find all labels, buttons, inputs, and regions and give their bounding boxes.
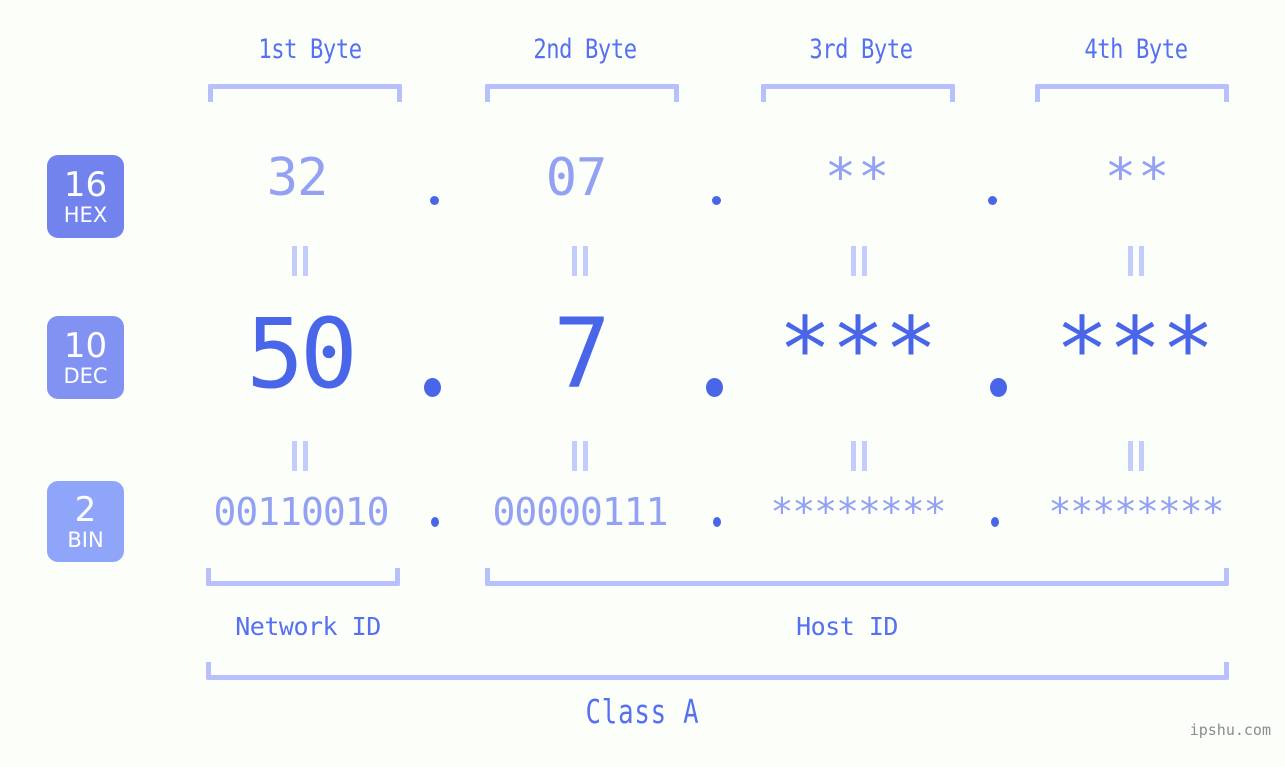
hex-byte-4: ** (1104, 148, 1172, 208)
radix-badge-hex-name: HEX (63, 202, 108, 227)
equals-mark-dec-bin-1 (289, 441, 311, 471)
dec-separator-dot-2 (706, 378, 723, 397)
hex-byte-1: 32 (266, 148, 329, 208)
radix-badge-bin[interactable]: 2 BIN (47, 481, 124, 562)
bin-separator-dot-1 (431, 517, 439, 527)
byte-header-1: 1st Byte (258, 34, 362, 65)
byte-bracket-top-3 (761, 84, 955, 102)
byte-header-4: 4th Byte (1084, 34, 1188, 65)
equals-mark-dec-bin-2 (569, 441, 591, 471)
bin-separator-dot-2 (713, 517, 721, 527)
bin-byte-1: 00110010 (213, 490, 389, 534)
bin-byte-4: ******** (1048, 490, 1224, 534)
dec-separator-dot-1 (424, 378, 441, 397)
dec-byte-2: 7 (553, 298, 611, 410)
byte-bracket-top-1 (208, 84, 402, 102)
equals-mark-dec-bin-3 (848, 441, 870, 471)
byte-bracket-top-2 (485, 84, 679, 102)
equals-mark-hex-dec-4 (1125, 246, 1147, 276)
hex-byte-3: ** (824, 148, 892, 208)
hex-separator-dot-2 (712, 196, 721, 205)
network-id-label: Network ID (235, 612, 381, 641)
site-watermark: ipshu.com (1189, 721, 1271, 739)
byte-header-2: 2nd Byte (533, 34, 637, 65)
byte-header-3: 3rd Byte (809, 34, 913, 65)
dec-byte-3: *** (778, 298, 938, 401)
radix-badge-dec[interactable]: 10 DEC (47, 316, 124, 399)
equals-mark-hex-dec-2 (569, 246, 591, 276)
radix-badge-hex[interactable]: 16 HEX (47, 155, 124, 238)
hex-separator-dot-3 (988, 196, 997, 205)
radix-badge-bin-name: BIN (67, 527, 104, 552)
class-bracket (206, 662, 1229, 680)
bin-byte-3: ******** (770, 490, 946, 534)
radix-badge-dec-number: 10 (63, 325, 108, 366)
dec-separator-dot-3 (990, 378, 1007, 397)
dec-byte-1: 50 (246, 298, 358, 410)
bin-separator-dot-3 (991, 517, 999, 527)
bin-byte-2: 00000111 (492, 490, 668, 534)
hex-separator-dot-1 (430, 196, 439, 205)
byte-bracket-top-4 (1035, 84, 1229, 102)
class-label: Class A (585, 692, 700, 731)
host-id-label: Host ID (796, 612, 898, 641)
radix-badge-hex-number: 16 (63, 164, 108, 205)
equals-mark-hex-dec-3 (848, 246, 870, 276)
radix-badge-bin-number: 2 (74, 489, 97, 530)
dec-byte-4: *** (1055, 298, 1215, 401)
host-id-bracket (485, 568, 1229, 586)
ip-address-breakdown-diagram: 1st Byte 2nd Byte 3rd Byte 4th Byte 16 H… (0, 0, 1285, 767)
radix-badge-dec-name: DEC (63, 363, 108, 388)
equals-mark-dec-bin-4 (1125, 441, 1147, 471)
hex-byte-2: 07 (545, 148, 608, 208)
network-id-bracket (206, 568, 400, 586)
equals-mark-hex-dec-1 (289, 246, 311, 276)
